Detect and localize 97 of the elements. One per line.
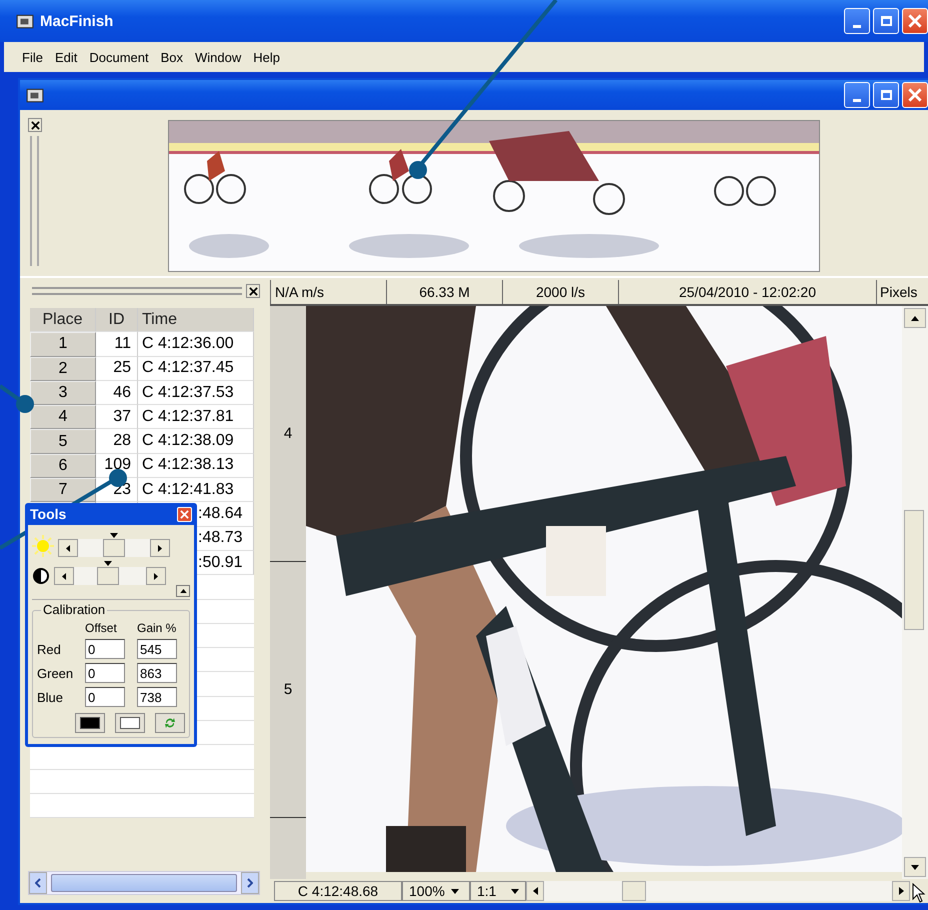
menu-item[interactable]: File [22, 50, 43, 64]
info-field: N/A m/s [270, 280, 386, 304]
table-cell: :50.91 [198, 554, 242, 572]
status-time: C 4:12:48.68 [274, 881, 402, 901]
row-header: 6 [30, 454, 96, 478]
offset-field[interactable]: 0 [85, 663, 125, 683]
info-field: 66.33 M [386, 280, 502, 304]
row-header: 2 [30, 356, 96, 381]
cursor-icon [912, 883, 926, 903]
info-field: 2000 l/s [502, 280, 618, 304]
channel-label: Green [37, 666, 74, 680]
right-arrow-icon [898, 887, 904, 895]
close-icon [180, 510, 189, 518]
up-arrow-icon [911, 316, 919, 320]
row-header: 5 [30, 429, 96, 454]
refresh-button[interactable] [155, 713, 185, 733]
close-icon [908, 14, 922, 28]
menu-item[interactable]: Window [195, 50, 242, 64]
row-header: 1 [30, 332, 96, 357]
down-arrow-icon [911, 864, 919, 870]
close-icon [908, 88, 922, 102]
table-cell: 28 [96, 429, 138, 454]
row-header: 4 [30, 405, 96, 430]
scroll-thumb[interactable] [904, 510, 924, 630]
offset-field[interactable]: 0 [85, 687, 125, 707]
menu-item[interactable]: Edit [54, 50, 78, 64]
column-header[interactable]: Place [30, 308, 96, 332]
minimize-button[interactable] [844, 82, 870, 108]
splitter-grip[interactable] [30, 136, 39, 266]
ratio-dropdown[interactable]: 1:1 [470, 881, 526, 901]
offset-field[interactable]: 0 [85, 639, 125, 659]
minimize-button[interactable] [844, 8, 870, 34]
left-arrow-icon [62, 572, 66, 580]
left-arrow-icon [66, 544, 70, 552]
window-title: MacFinish [40, 12, 114, 30]
leader-line [0, 384, 34, 413]
caret-icon [450, 888, 459, 894]
splitter-grip[interactable] [32, 287, 242, 295]
scrollbar[interactable] [28, 871, 260, 895]
collapse-button[interactable] [176, 585, 190, 597]
maximize-button[interactable] [873, 8, 899, 34]
table-cell: 37 [96, 405, 138, 430]
left-arrow-icon [532, 887, 538, 895]
refresh-icon [164, 717, 176, 729]
gain-field[interactable]: 738 [137, 687, 177, 707]
contrast-slider[interactable] [54, 560, 166, 585]
channel-label: Blue [37, 690, 64, 704]
column-header[interactable]: ID [96, 308, 138, 332]
table-cell: :48.73 [198, 529, 242, 548]
swatch-button[interactable] [75, 713, 105, 733]
table-cell: :48.64 [198, 505, 242, 524]
info-field: Pixels [876, 280, 928, 304]
table-cell: 11 [96, 332, 138, 357]
row-header: 7 [30, 478, 96, 502]
left-chevron-icon [35, 878, 41, 888]
row-header: 3 [30, 380, 96, 406]
up-arrow-icon [180, 589, 186, 593]
contrast-icon [32, 567, 50, 585]
menu-item[interactable]: Document [89, 50, 149, 64]
swatch-button[interactable] [115, 713, 145, 733]
table-cell: C 4:12:37.81 [142, 408, 234, 426]
gain-field[interactable]: 863 [137, 663, 177, 683]
brightness-slider[interactable] [58, 532, 170, 557]
camera-icon [26, 87, 44, 103]
table-cell: C 4:12:37.45 [142, 359, 234, 378]
menu-item[interactable]: Help [253, 50, 280, 64]
lane-label: 5 [284, 681, 292, 698]
sun-icon [32, 535, 54, 557]
zoom-dropdown[interactable]: 100% [402, 881, 470, 901]
table-cell: C 4:12:37.53 [142, 384, 234, 402]
gain-field[interactable]: 545 [137, 639, 177, 659]
right-arrow-icon [154, 572, 158, 580]
table-cell: C 4:12:38.13 [142, 456, 234, 474]
table-cell: C 4:12:36.00 [142, 334, 234, 353]
channel-label: Red [37, 642, 62, 656]
info-field: 25/04/2010 - 12:02:20 [618, 280, 876, 304]
maximize-button[interactable] [873, 82, 899, 108]
lane-label: 4 [284, 425, 292, 442]
table-cell: 46 [96, 380, 138, 406]
column-label: Gain % [137, 621, 178, 635]
palette-title: Tools [30, 506, 66, 522]
table-cell: 25 [96, 356, 138, 381]
group-title: Calibration [41, 602, 108, 617]
right-chevron-icon [247, 878, 253, 888]
close-button[interactable] [246, 284, 260, 298]
table-cell: C 4:12:38.09 [142, 432, 234, 450]
menu-item[interactable]: Box [160, 50, 184, 64]
column-label: Offset [85, 621, 118, 635]
camera-icon [16, 13, 34, 29]
table-cell: C 4:12:41.83 [142, 480, 234, 499]
scroll-thumb[interactable] [622, 881, 646, 901]
close-button[interactable] [28, 118, 42, 132]
column-header[interactable]: Time [138, 308, 254, 332]
right-arrow-icon [158, 544, 162, 552]
scrollbar[interactable] [526, 881, 910, 901]
caret-icon [511, 888, 519, 894]
scrollbar[interactable] [902, 306, 928, 879]
